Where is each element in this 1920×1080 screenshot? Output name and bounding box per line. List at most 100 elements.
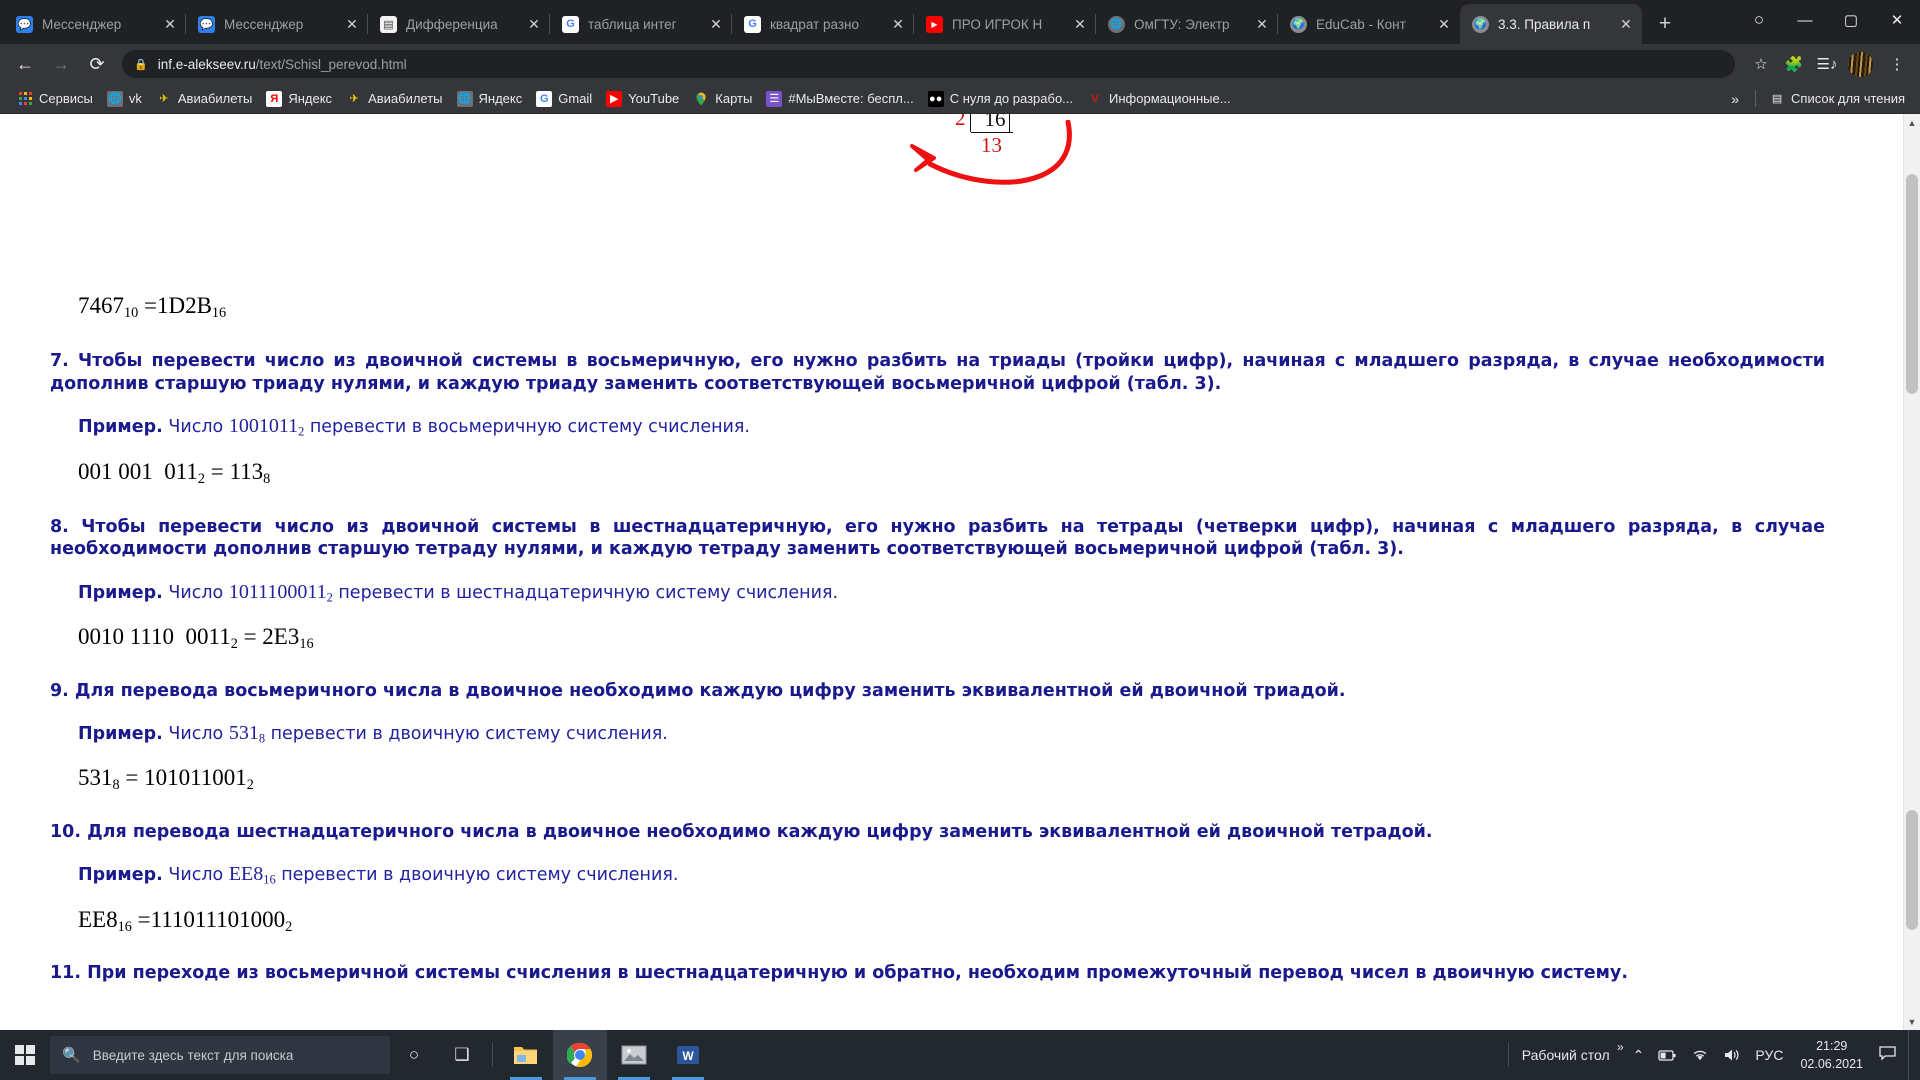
- bookmark-item[interactable]: ✈ Авиабилеты: [339, 87, 449, 111]
- formula-line: 001 001 0112 = 1138: [78, 458, 271, 487]
- tab-close-icon[interactable]: ✕: [706, 14, 726, 34]
- bookmark-item[interactable]: 🌐 vk: [100, 87, 149, 111]
- search-placeholder: Введите здесь текст для поиска: [92, 1047, 294, 1063]
- browser-tab[interactable]: G квадрат разно ✕: [731, 4, 914, 44]
- desktop-peek-label[interactable]: Рабочий стол »: [1515, 1030, 1626, 1080]
- cortana-button[interactable]: ○: [390, 1030, 438, 1080]
- bookmark-label: vk: [128, 91, 142, 106]
- rule-paragraph: 9. Для перевода восьмеричного числа в дв…: [50, 680, 1346, 701]
- example-label: Пример.: [78, 582, 163, 603]
- tab-title: Дифференциа: [406, 16, 498, 32]
- browser-tab-active[interactable]: 🌍 3.3. Правила п ✕: [1460, 4, 1642, 44]
- tab-close-icon[interactable]: ✕: [1070, 14, 1090, 34]
- chrome-menu-icon[interactable]: ⋮: [1882, 49, 1912, 79]
- page-scrollbar[interactable]: ▲ ▼: [1903, 114, 1920, 1030]
- notification-icon[interactable]: [1873, 1045, 1908, 1065]
- scroll-down-arrow[interactable]: ▼: [1904, 1013, 1920, 1030]
- scrollbar-thumb-secondary[interactable]: [1906, 810, 1918, 930]
- window-controls: ○ — ▢ ✕: [1736, 0, 1920, 40]
- example-label: Пример.: [78, 417, 163, 438]
- browser-tab[interactable]: ▶ ПРО ИГРОК Н ✕: [913, 4, 1096, 44]
- keep-icon: ☰: [766, 90, 783, 107]
- v-icon: V: [1091, 92, 1099, 105]
- bookmark-item[interactable]: G Gmail: [529, 87, 599, 111]
- bookmark-item[interactable]: Я Яндекс: [259, 87, 339, 111]
- page-content: 2 16 13 746710 =1D2B16 7. Чтобы перевест…: [0, 114, 1903, 1030]
- page-viewport: 2 16 13 746710 =1D2B16 7. Чтобы перевест…: [0, 114, 1920, 1030]
- account-circle-icon[interactable]: ○: [1736, 0, 1782, 40]
- tab-close-icon[interactable]: ✕: [160, 14, 180, 34]
- wifi-icon[interactable]: [1684, 1030, 1716, 1080]
- bookmark-star-icon[interactable]: ☆: [1746, 49, 1776, 79]
- example-post: перевести в двоичную систему счисления.: [275, 865, 679, 886]
- scrollbar-thumb[interactable]: [1906, 174, 1918, 394]
- google-chrome-taskbar-icon[interactable]: [553, 1030, 607, 1080]
- new-tab-button[interactable]: +: [1649, 8, 1681, 40]
- tab-close-icon[interactable]: ✕: [1616, 14, 1636, 34]
- back-button[interactable]: ←: [8, 47, 42, 81]
- start-button[interactable]: [0, 1030, 50, 1080]
- globe-icon: 🌐: [456, 90, 473, 107]
- inline-math: EE816: [228, 863, 276, 887]
- example-pre: Число: [162, 582, 229, 603]
- bookmark-item[interactable]: ●● С нуля до разрабо...: [921, 87, 1080, 111]
- long-division-snippet: 2 16 13: [955, 114, 1013, 158]
- battery-icon[interactable]: [1651, 1030, 1684, 1080]
- tab-close-icon[interactable]: ✕: [1252, 14, 1272, 34]
- tab-close-icon[interactable]: ✕: [524, 14, 544, 34]
- google-icon: G: [536, 90, 553, 107]
- tray-divider: [1507, 1043, 1509, 1067]
- browser-tab[interactable]: 💬 Мессенджер ✕: [4, 4, 186, 44]
- show-desktop-button[interactable]: [1908, 1030, 1916, 1080]
- browser-tab[interactable]: 💬 Мессенджер ✕: [185, 4, 368, 44]
- bookmark-item[interactable]: V Информационные...: [1080, 87, 1238, 111]
- desktop-label-text: Рабочий стол: [1521, 1047, 1610, 1063]
- tab-close-icon[interactable]: ✕: [1434, 14, 1454, 34]
- photo-viewer-taskbar-icon[interactable]: [607, 1030, 661, 1080]
- bookmark-item[interactable]: Карты: [686, 87, 759, 111]
- language-indicator[interactable]: РУС: [1748, 1030, 1790, 1080]
- tab-title: 3.3. Правила п: [1498, 16, 1591, 32]
- media-icon[interactable]: ☰♪: [1812, 49, 1842, 79]
- bookmark-label: С нуля до разрабо...: [949, 91, 1074, 106]
- address-bar[interactable]: 🔒 inf.e-alekseev.ru/text/Schisl_perevod.…: [122, 50, 1735, 78]
- windows-logo-icon: [15, 1045, 35, 1065]
- taskbar-search-input[interactable]: 🔍 Введите здесь текст для поиска: [50, 1036, 390, 1074]
- puzzle-icon[interactable]: 🧩: [1779, 49, 1809, 79]
- tab-close-icon[interactable]: ✕: [342, 14, 362, 34]
- tab-title: таблица интег: [588, 16, 677, 32]
- volume-icon[interactable]: [1716, 1030, 1748, 1080]
- reload-button[interactable]: ⟳: [80, 47, 114, 81]
- avatar[interactable]: [1848, 51, 1873, 77]
- bookmark-item[interactable]: ☰ #МыВместе: беспл...: [759, 87, 920, 111]
- formula-line: 746710 =1D2B16: [78, 293, 227, 321]
- tab-strip: 💬 Мессенджер ✕ 💬 Мессенджер ✕ ▤ Дифферен…: [0, 0, 1920, 44]
- clock[interactable]: 21:29 02.06.2021: [1790, 1030, 1873, 1080]
- bookmark-item[interactable]: 🌐 Яндекс: [450, 87, 530, 111]
- url-path: /text/Schisl_perevod.html: [255, 56, 407, 72]
- microsoft-word-taskbar-icon[interactable]: W: [661, 1030, 715, 1080]
- example-paragraph: Пример. Число 10010112 перевести в восьм…: [78, 413, 1825, 440]
- maps-pin-icon: [693, 91, 709, 107]
- bookmark-item[interactable]: ✈ Авиабилеты: [149, 87, 259, 111]
- tray-expand-chevron-icon[interactable]: ⌃: [1626, 1030, 1652, 1080]
- tab-close-icon[interactable]: ✕: [888, 14, 908, 34]
- close-window-button[interactable]: ✕: [1874, 0, 1920, 40]
- maximize-button[interactable]: ▢: [1828, 0, 1874, 40]
- minimize-button[interactable]: —: [1782, 0, 1828, 40]
- globe-icon: 🌐: [1108, 15, 1125, 33]
- forward-button[interactable]: →: [44, 47, 78, 81]
- browser-tab[interactable]: 🌐 ОмГТУ: Электр ✕: [1095, 4, 1278, 44]
- scroll-up-arrow[interactable]: ▲: [1904, 114, 1920, 131]
- bookmark-item[interactable]: Сервисы: [10, 87, 100, 111]
- task-view-button[interactable]: ❑: [438, 1030, 486, 1080]
- browser-tab[interactable]: ▤ Дифференциа ✕: [367, 4, 550, 44]
- tray-overflow-chevrons[interactable]: »: [1617, 1040, 1624, 1054]
- browser-tab[interactable]: G таблица интег ✕: [549, 4, 732, 44]
- example-label: Пример.: [78, 723, 163, 744]
- browser-tab[interactable]: 🌍 EduCab - Конт ✕: [1277, 4, 1460, 44]
- reading-list-button[interactable]: ▤ Список для чтения: [1762, 87, 1912, 111]
- bookmark-item[interactable]: ▶ YouTube: [599, 87, 686, 111]
- file-explorer-taskbar-icon[interactable]: [499, 1030, 553, 1080]
- bookmarks-overflow-button[interactable]: »: [1721, 91, 1749, 107]
